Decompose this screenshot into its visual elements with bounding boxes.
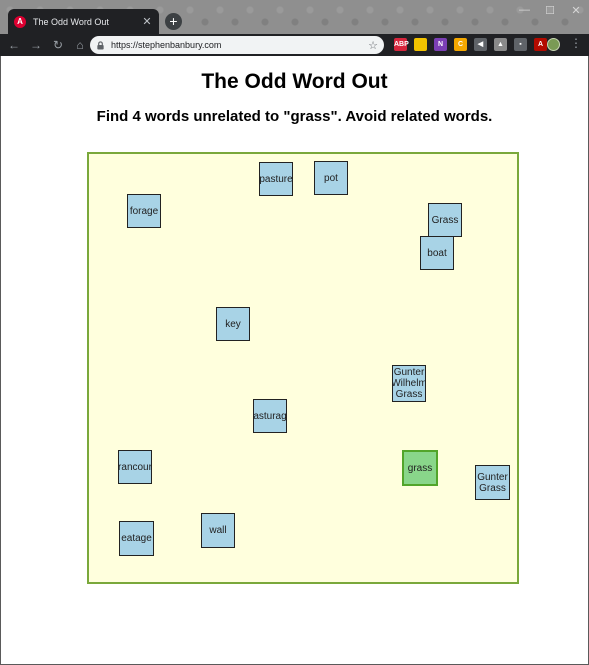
url-text: https://stephenbanbury.com	[111, 40, 222, 50]
word-tile[interactable]: Gunter Grass	[475, 465, 510, 500]
browser-tab[interactable]: A The Odd Word Out ✕	[8, 9, 159, 34]
new-tab-button[interactable]: +	[165, 13, 182, 30]
minimize-icon[interactable]: —	[519, 4, 530, 17]
drive-icon[interactable]: ▲	[494, 38, 507, 51]
word-tile[interactable]: eatage	[119, 521, 154, 556]
extensions-area: ABP N C ◀ ▲ ▪ A	[394, 38, 547, 51]
word-tile[interactable]: Grass	[428, 203, 462, 237]
word-tile[interactable]: pasture	[259, 162, 293, 196]
close-window-icon[interactable]: ✕	[571, 4, 581, 17]
game-board: pasture pot forage Grass boat key Gunter Wilhe…	[87, 152, 519, 584]
word-tile[interactable]: Gunter Wilhelm Grass	[392, 365, 426, 402]
word-tile[interactable]: boat	[420, 236, 454, 270]
image-icon[interactable]: ▪	[514, 38, 527, 51]
word-tile[interactable]: pot	[314, 161, 348, 195]
honey-icon[interactable]: C	[454, 38, 467, 51]
word-tile[interactable]: rancour	[118, 450, 152, 484]
address-bar[interactable]: https://stephenbanbury.com ☆	[90, 36, 384, 54]
angular-favicon-icon: A	[14, 15, 26, 28]
back-icon[interactable]: ←	[3, 38, 25, 52]
word-tile[interactable]: wall	[201, 513, 235, 548]
feedback-icon[interactable]: ◀	[474, 38, 487, 51]
forward-icon[interactable]: →	[25, 38, 47, 52]
word-tile[interactable]: pasturage	[253, 399, 287, 433]
notes-icon[interactable]	[414, 38, 427, 51]
tab-title: The Odd Word Out	[33, 16, 109, 27]
lock-icon	[97, 40, 104, 50]
bookmark-star-icon[interactable]: ☆	[368, 39, 378, 52]
word-tile[interactable]: key	[216, 307, 250, 341]
browser-title-bar: A The Odd Word Out ✕ + — ☐ ✕	[0, 0, 589, 34]
profile-avatar[interactable]	[547, 38, 560, 51]
home-icon[interactable]: ⌂	[69, 38, 91, 52]
abp-icon[interactable]: ABP	[394, 38, 409, 51]
maximize-icon[interactable]: ☐	[545, 4, 555, 17]
onenote-icon[interactable]: N	[434, 38, 447, 51]
browser-toolbar: ← → ↻ ⌂ https://stephenbanbury.com ☆ ABP…	[0, 34, 589, 56]
tab-close-icon[interactable]: ✕	[141, 15, 153, 28]
window-controls: — ☐ ✕	[519, 4, 581, 17]
acrobat-icon[interactable]: A	[534, 38, 547, 51]
page-title: The Odd Word Out	[201, 70, 388, 93]
menu-icon[interactable]: ⋮	[570, 36, 582, 50]
page-subtitle: Find 4 words unrelated to "grass". Avoid…	[96, 108, 493, 125]
reload-icon[interactable]: ↻	[47, 38, 69, 52]
word-tile-selected[interactable]: grass	[402, 450, 438, 486]
word-tile[interactable]: forage	[127, 194, 161, 228]
